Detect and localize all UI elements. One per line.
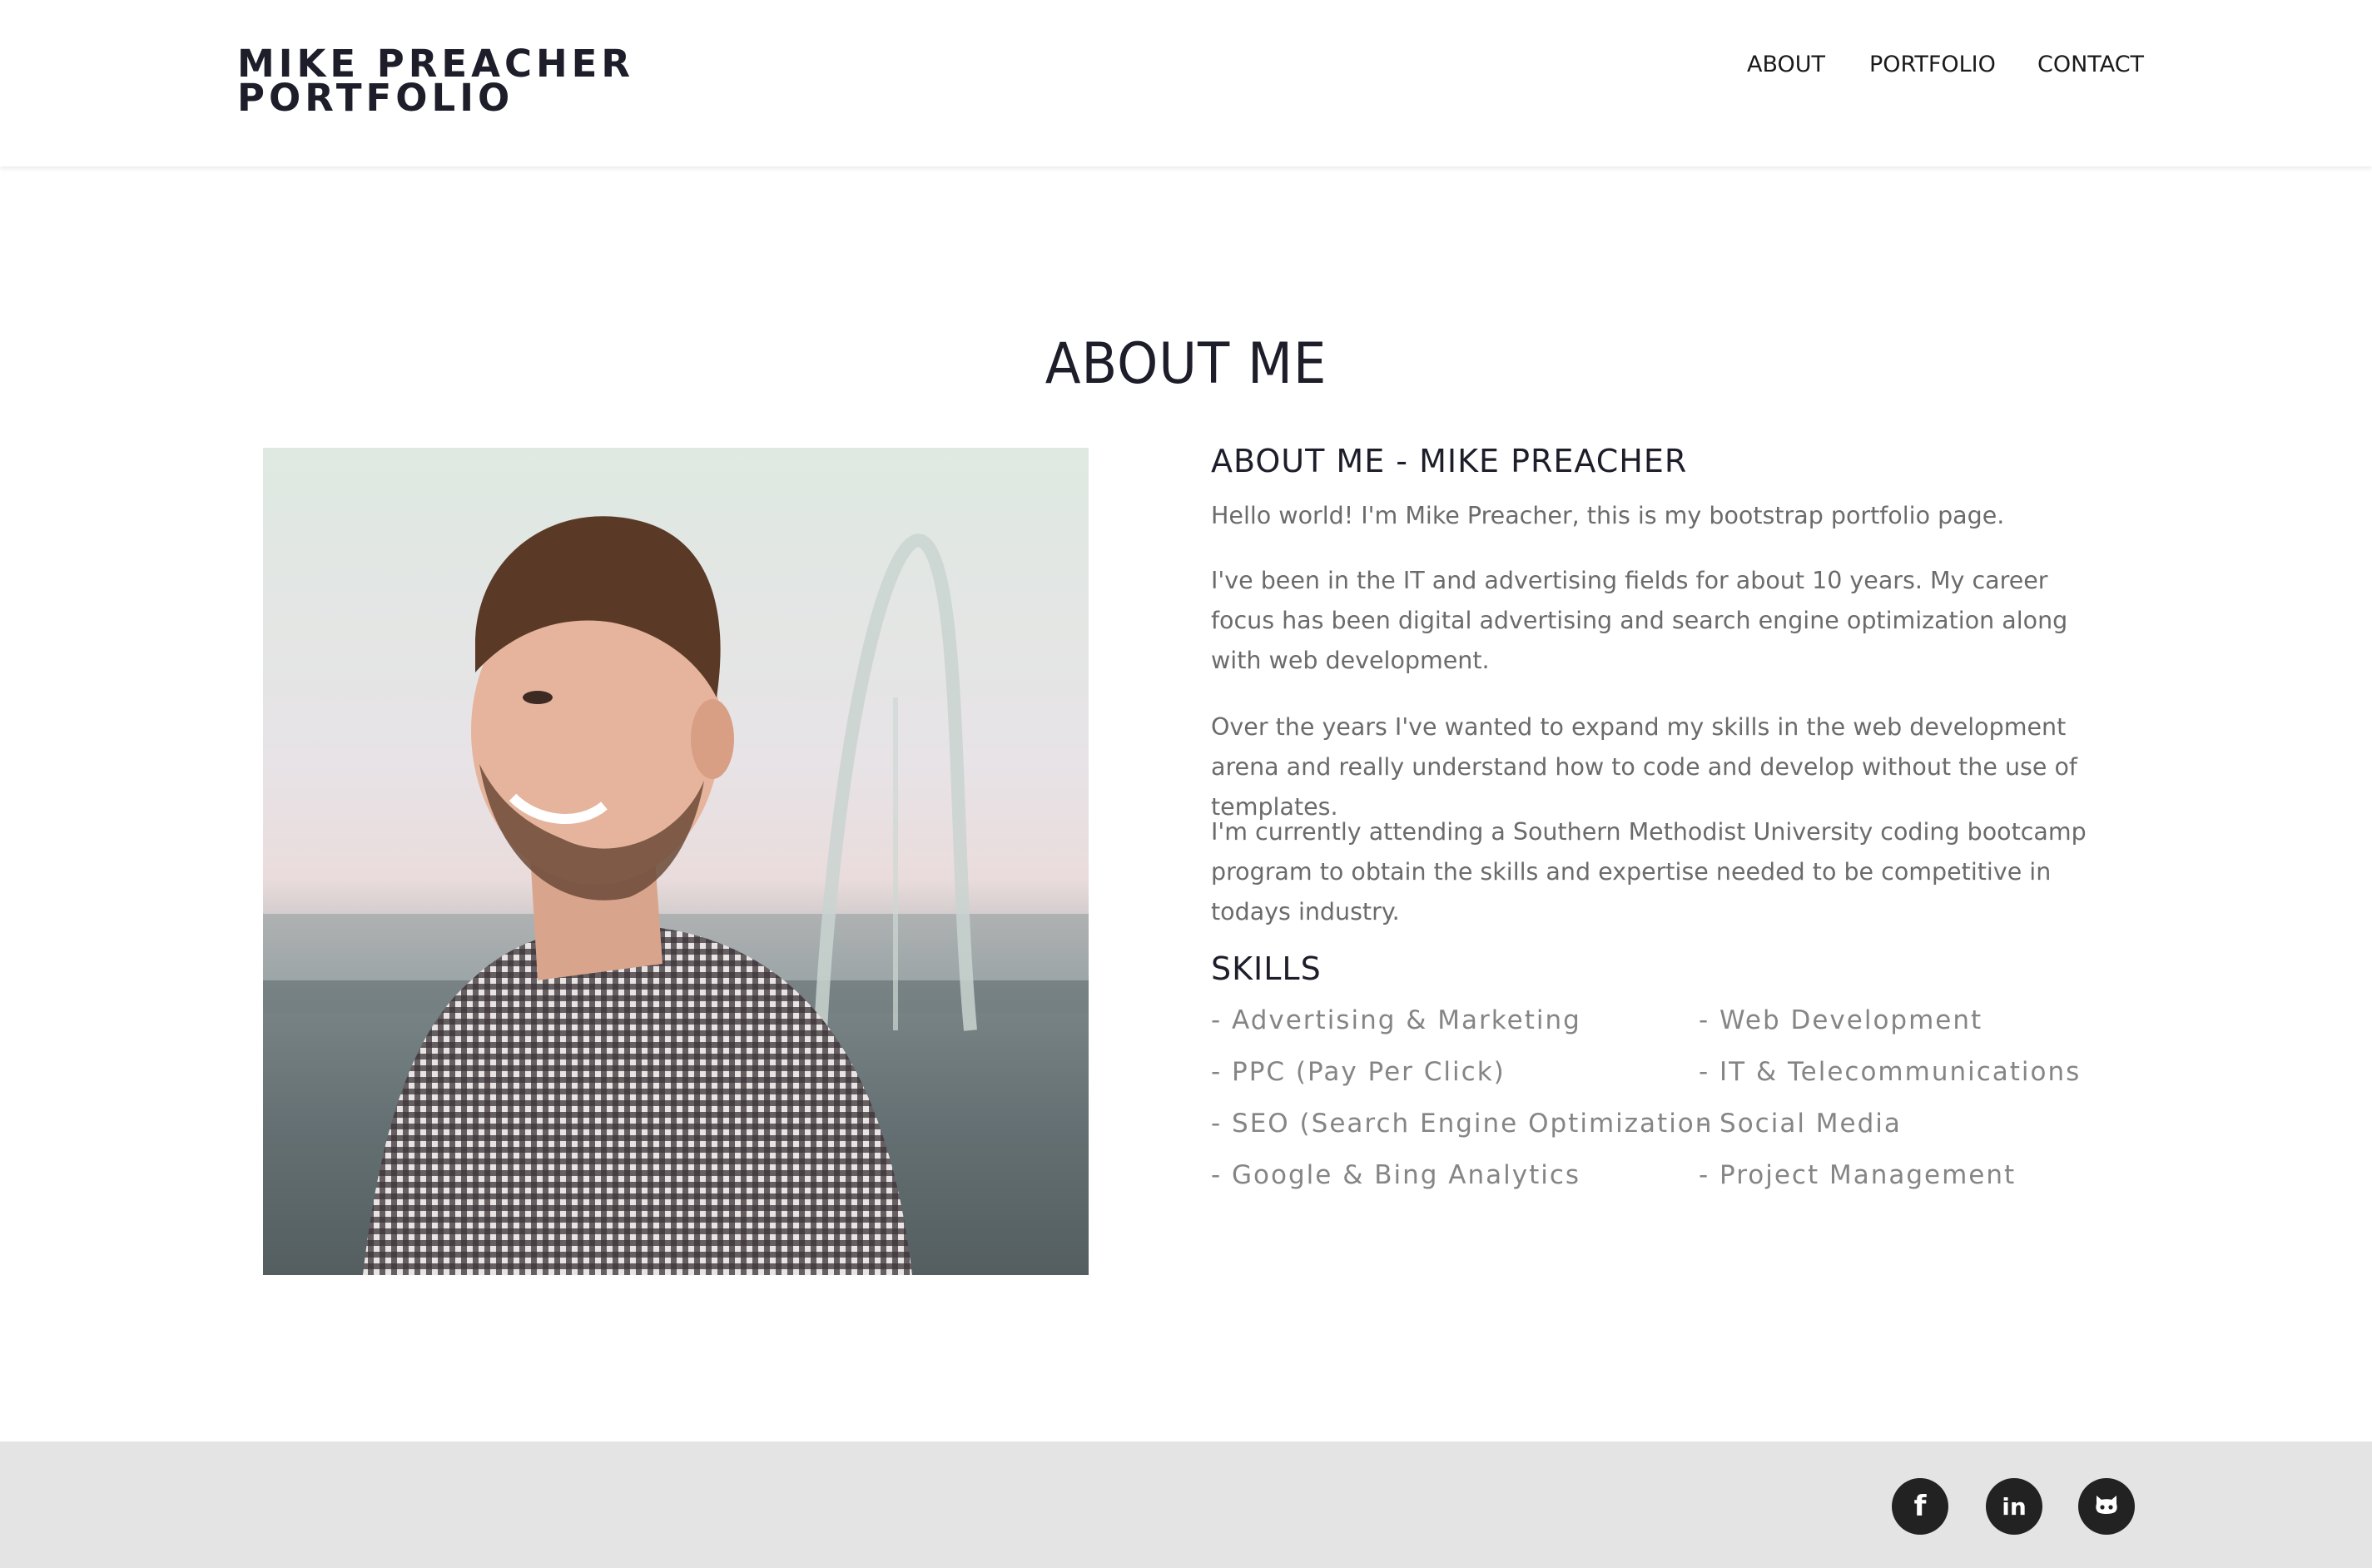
brand-logo[interactable]: MIKE PREACHER PORTFOLIO xyxy=(237,45,634,120)
skill-item: - IT & Telecommunications xyxy=(1699,1057,2082,1087)
about-paragraph-1: Hello world! I'm Mike Preacher, this is … xyxy=(1211,502,2005,529)
linkedin-link[interactable]: in xyxy=(1986,1478,2042,1535)
about-paragraph-3: Over the years I've wanted to expand my … xyxy=(1211,713,2077,821)
profile-photo xyxy=(263,448,1089,1275)
facebook-link[interactable]: f xyxy=(1892,1478,1948,1535)
site-header: MIKE PREACHER PORTFOLIO ABOUT PORTFOLIO … xyxy=(0,0,2372,166)
skill-item: - SEO (Search Engine Optimization xyxy=(1211,1109,1714,1139)
skill-item: - Web Development xyxy=(1699,1005,1983,1035)
github-icon xyxy=(2092,1492,2121,1521)
nav-portfolio-link[interactable]: PORTFOLIO xyxy=(1869,52,1996,77)
skill-item: - Project Management xyxy=(1699,1160,2017,1190)
skill-item: - Advertising & Marketing xyxy=(1211,1005,1581,1035)
linkedin-icon: in xyxy=(2002,1492,2027,1521)
skill-item: - Google & Bing Analytics xyxy=(1211,1160,1581,1190)
skills-heading: SKILLS xyxy=(1211,950,1322,987)
facebook-icon: f xyxy=(1913,1490,1927,1523)
about-paragraph-2: I've been in the IT and advertising fiel… xyxy=(1211,567,2068,674)
section-title: ABOUT ME xyxy=(1045,331,1327,397)
skill-item: - PPC (Pay Per Click) xyxy=(1211,1057,1506,1087)
skill-item: - Social Media xyxy=(1699,1109,1902,1139)
github-link[interactable] xyxy=(2078,1478,2135,1535)
about-heading: ABOUT ME - MIKE PREACHER xyxy=(1211,443,1688,479)
nav-about-link[interactable]: ABOUT xyxy=(1747,52,1825,77)
brand-line-2: PORTFOLIO xyxy=(237,76,514,120)
site-footer: f in xyxy=(0,1441,2372,1568)
nav-contact-link[interactable]: CONTACT xyxy=(2037,52,2144,77)
about-paragraph-4: I'm currently attending a Southern Metho… xyxy=(1211,818,2087,925)
